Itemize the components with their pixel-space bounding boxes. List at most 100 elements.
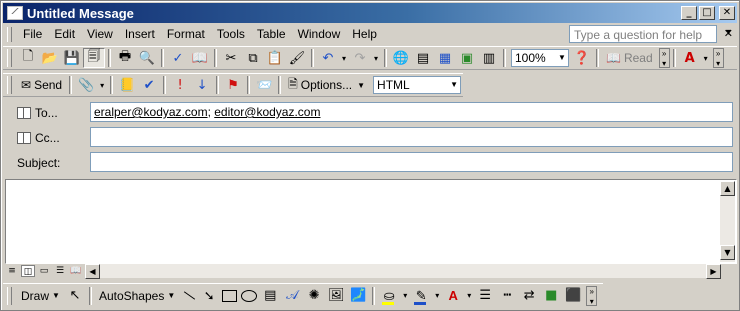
research-icon[interactable]: 📖 xyxy=(189,48,211,68)
menu-window[interactable]: Window xyxy=(292,25,347,44)
message-body[interactable]: ▲ ▼ xyxy=(5,179,737,264)
shadow-style-icon[interactable]: ■ xyxy=(540,286,562,306)
toolbar-overflow-icon[interactable]: » ▾ xyxy=(658,48,670,68)
to-recipient-2[interactable]: editor@kodyaz.com xyxy=(214,105,320,119)
to-recipient-1[interactable]: eralper@kodyaz.com xyxy=(94,105,208,119)
print-icon[interactable]: 🖶 xyxy=(114,48,136,68)
to-field[interactable]: eralper@kodyaz.com; editor@kodyaz.com xyxy=(90,102,733,122)
autoshapes-menu-button[interactable]: AutoShapes ▼ xyxy=(95,286,179,306)
follow-up-flag-icon[interactable]: ⚑ xyxy=(222,75,244,95)
help-search-input[interactable]: Type a question for help xyxy=(569,25,717,43)
menu-tools[interactable]: Tools xyxy=(211,25,251,44)
font-color-dropdown-icon[interactable]: ▾ xyxy=(701,48,711,68)
menu-grip-handle[interactable] xyxy=(7,27,12,42)
new-icon[interactable]: 🗋 xyxy=(17,48,39,68)
drawing-toolbar-grip-handle[interactable] xyxy=(7,286,12,305)
select-objects-icon[interactable]: ↖ xyxy=(64,286,86,306)
scroll-track[interactable] xyxy=(720,196,735,245)
wordart-icon[interactable]: 𝒜 xyxy=(281,286,303,306)
close-button[interactable]: ✕ xyxy=(719,6,735,20)
zoom-select[interactable]: 100% ▼ xyxy=(511,49,569,67)
picture-icon[interactable]: 🗾 xyxy=(347,286,369,306)
format-dropdown-icon[interactable]: ▼ xyxy=(448,77,460,93)
title-bar[interactable]: Untitled Message _ □ ✕ xyxy=(3,3,737,23)
paste-icon[interactable]: 📋 xyxy=(264,48,286,68)
menu-edit[interactable]: Edit xyxy=(48,25,81,44)
dash-style-icon[interactable]: ┅ xyxy=(496,286,518,306)
options-button[interactable]: 🗎 Options... ▼ xyxy=(284,75,369,95)
3d-style-icon[interactable]: ⬛ xyxy=(562,286,584,306)
redo-icon[interactable]: ↷ xyxy=(349,48,371,68)
zoom-dropdown-icon[interactable]: ▼ xyxy=(556,50,568,66)
arrow-icon[interactable]: ➘ xyxy=(199,286,219,306)
menu-view[interactable]: View xyxy=(81,25,119,44)
print-layout-icon[interactable]: ▭ xyxy=(37,265,51,277)
message-format-select[interactable]: HTML ▼ xyxy=(373,76,462,94)
attach-dropdown-icon[interactable]: ▾ xyxy=(97,75,107,95)
insert-excel-icon[interactable]: ▣ xyxy=(456,48,478,68)
normal-view-icon[interactable]: ≡ xyxy=(5,265,19,277)
minimize-button[interactable]: _ xyxy=(681,6,697,20)
arrow-style-icon[interactable]: ⇄ xyxy=(518,286,540,306)
line-icon[interactable] xyxy=(179,286,199,306)
toolbar-grip-handle[interactable] xyxy=(7,49,12,67)
check-names-icon[interactable]: ✔ xyxy=(138,75,160,95)
format-painter-icon[interactable]: 🖌 xyxy=(286,48,308,68)
help-icon[interactable]: ❓ xyxy=(571,48,593,68)
send-button[interactable]: ✉ Send xyxy=(17,75,66,95)
text-box-icon[interactable]: ▤ xyxy=(259,286,281,306)
cc-field[interactable] xyxy=(90,127,733,147)
print-preview-icon[interactable]: 🔍 xyxy=(136,48,158,68)
menu-format[interactable]: Format xyxy=(161,25,211,44)
menu-file[interactable]: File xyxy=(17,25,48,44)
spelling-icon[interactable]: ✓ xyxy=(167,48,189,68)
document-close-button[interactable]: ✕ xyxy=(724,27,733,40)
copy-icon[interactable]: ⧉ xyxy=(242,48,264,68)
envelope-icon[interactable]: 📨 xyxy=(253,75,275,95)
redo-dropdown-icon[interactable]: ▾ xyxy=(371,48,381,68)
attach-icon[interactable]: 📎 xyxy=(75,75,97,95)
oval-icon[interactable] xyxy=(239,286,259,306)
line-style-icon[interactable]: ☰ xyxy=(474,286,496,306)
vertical-scrollbar[interactable]: ▲ ▼ xyxy=(720,181,735,262)
columns-icon[interactable]: ▥ xyxy=(478,48,500,68)
fill-color-icon[interactable]: ⛀ xyxy=(378,286,400,306)
web-layout-icon[interactable]: ◫ xyxy=(21,265,35,277)
address-book-icon[interactable]: 📒 xyxy=(116,75,138,95)
importance-low-icon[interactable]: ↓ xyxy=(191,75,213,95)
font-color-icon[interactable]: A xyxy=(679,48,701,68)
outline-view-icon[interactable]: ☰ xyxy=(53,265,67,277)
scroll-down-icon[interactable]: ▼ xyxy=(720,245,735,260)
read-button[interactable]: 📖 Read xyxy=(602,51,657,65)
menu-table[interactable]: Table xyxy=(251,25,292,44)
tables-borders-icon[interactable]: ▤ xyxy=(412,48,434,68)
drawing-font-color-dropdown-icon[interactable]: ▾ xyxy=(464,286,474,306)
drawing-font-color-icon[interactable]: A xyxy=(442,286,464,306)
line-color-icon[interactable]: ✎ xyxy=(410,286,432,306)
email-toolbar-grip-handle[interactable] xyxy=(7,76,12,94)
draw-menu-button[interactable]: Draw ▼ xyxy=(17,286,64,306)
menu-help[interactable]: Help xyxy=(346,25,383,44)
undo-dropdown-icon[interactable]: ▾ xyxy=(339,48,349,68)
scroll-right-icon[interactable]: ▶ xyxy=(706,263,721,279)
horizontal-scrollbar[interactable]: ◀ ▶ xyxy=(85,263,721,279)
scroll-up-icon[interactable]: ▲ xyxy=(720,181,735,196)
open-icon[interactable]: 📂 xyxy=(39,48,61,68)
drawing-overflow-icon[interactable]: » ▾ xyxy=(586,285,598,306)
insert-table-icon[interactable]: ▦ xyxy=(434,48,456,68)
to-button[interactable]: To... xyxy=(17,104,58,122)
menu-insert[interactable]: Insert xyxy=(119,25,161,44)
importance-high-icon[interactable]: ! xyxy=(169,75,191,95)
scroll-left-icon[interactable]: ◀ xyxy=(85,263,100,279)
cc-button[interactable]: Cc... xyxy=(17,129,60,147)
fill-color-dropdown-icon[interactable]: ▾ xyxy=(400,286,410,306)
rectangle-icon[interactable] xyxy=(219,286,239,306)
clip-art-icon[interactable]: 🖼 xyxy=(325,286,347,306)
subject-field[interactable] xyxy=(90,152,733,172)
diagram-icon[interactable]: ✺ xyxy=(303,286,325,306)
cut-icon[interactable]: ✂ xyxy=(220,48,242,68)
hyperlink-icon[interactable]: 🌐 xyxy=(390,48,412,68)
save-icon[interactable]: 💾 xyxy=(61,48,83,68)
formatting-overflow-icon[interactable]: » ▾ xyxy=(712,48,724,68)
reading-view-icon[interactable]: 📖 xyxy=(69,265,83,277)
